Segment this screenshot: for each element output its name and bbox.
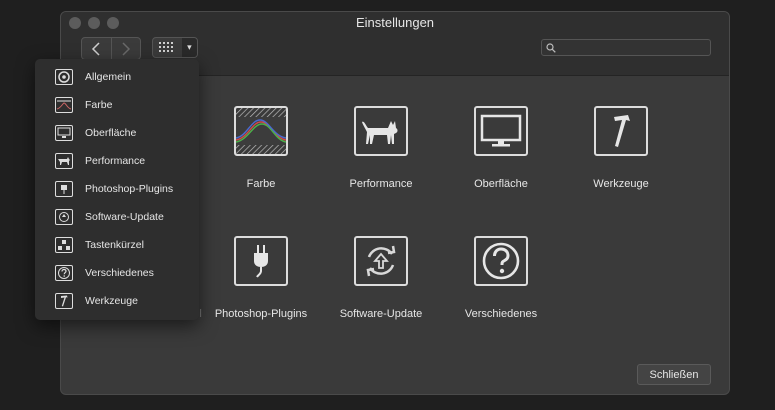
menu-item-tastenkuerzel[interactable]: Tastenkürzel bbox=[35, 233, 199, 257]
menu-item-label: Performance bbox=[85, 155, 146, 167]
pref-tile-software-update[interactable]: Software-Update bbox=[321, 236, 441, 320]
chevron-left-icon bbox=[92, 41, 100, 56]
pref-tile-performance[interactable]: Performance bbox=[321, 106, 441, 190]
search-field[interactable] bbox=[541, 39, 711, 56]
pref-label: Photoshop-Plugins bbox=[214, 308, 308, 320]
pref-tile-oberflaeche[interactable]: Oberfläche bbox=[441, 106, 561, 190]
menu-item-label: Werkzeuge bbox=[85, 295, 138, 307]
menu-item-label: Software-Update bbox=[85, 211, 164, 223]
monitor-icon bbox=[55, 125, 73, 141]
preferences-dropdown-menu: Allgemein Farbe Oberfläche Performance P… bbox=[35, 59, 199, 320]
menu-item-allgemein[interactable]: Allgemein bbox=[35, 65, 199, 89]
pref-label: Oberfläche bbox=[474, 178, 528, 190]
hammer-icon bbox=[614, 115, 630, 147]
monitor-icon bbox=[480, 114, 522, 147]
performance-tile-frame bbox=[354, 106, 408, 156]
pref-label: Verschiedenes bbox=[464, 308, 538, 320]
dropdown-arrow-icon[interactable]: ▾ bbox=[181, 38, 197, 57]
pref-tile-verschiedenes[interactable]: Verschiedenes bbox=[441, 236, 561, 320]
update-icon bbox=[366, 245, 396, 277]
pref-label: Farbe bbox=[246, 178, 276, 190]
plug-icon bbox=[55, 181, 73, 197]
close-button[interactable]: Schließen bbox=[637, 364, 711, 385]
search-input[interactable] bbox=[560, 40, 704, 55]
color-gradient-icon bbox=[236, 108, 286, 154]
color-tile-frame bbox=[234, 106, 288, 156]
back-button[interactable] bbox=[82, 38, 111, 59]
menu-item-photoshop-plugins[interactable]: Photoshop-Plugins bbox=[35, 177, 199, 201]
menu-item-farbe[interactable]: Farbe bbox=[35, 93, 199, 117]
forward-button[interactable] bbox=[110, 38, 141, 59]
menu-item-label: Oberfläche bbox=[85, 127, 137, 139]
window-title: Einstellungen bbox=[355, 15, 435, 30]
pref-label: Performance bbox=[349, 178, 413, 190]
plug-icon bbox=[254, 245, 268, 278]
update-icon bbox=[55, 209, 73, 225]
menu-item-label: Allgemein bbox=[85, 71, 132, 83]
pref-tile-werkzeuge[interactable]: Werkzeuge bbox=[561, 106, 681, 190]
nav-buttons bbox=[81, 37, 141, 60]
pref-tile-farbe[interactable]: Farbe bbox=[201, 106, 321, 190]
pref-tile-photoshop-plugins[interactable]: Photoshop-Plugins bbox=[201, 236, 321, 320]
misc-tile-frame bbox=[474, 236, 528, 286]
menu-item-verschiedenes[interactable]: Verschiedenes bbox=[35, 261, 199, 285]
cat-icon bbox=[55, 153, 73, 169]
pref-label: Werkzeuge bbox=[593, 178, 649, 190]
search-icon bbox=[546, 42, 556, 53]
question-icon bbox=[55, 265, 73, 281]
keyboard-icon bbox=[55, 237, 73, 253]
menu-item-label: Verschiedenes bbox=[85, 267, 154, 279]
update-tile-frame bbox=[354, 236, 408, 286]
hammer-icon bbox=[55, 293, 73, 309]
menu-item-label: Tastenkürzel bbox=[85, 239, 144, 251]
chevron-right-icon bbox=[122, 41, 130, 56]
menu-item-software-update[interactable]: Software-Update bbox=[35, 205, 199, 229]
plugins-tile-frame bbox=[234, 236, 288, 286]
color-icon bbox=[55, 97, 73, 113]
menu-item-label: Farbe bbox=[85, 99, 113, 111]
menu-item-performance[interactable]: Performance bbox=[35, 149, 199, 173]
interface-tile-frame bbox=[474, 106, 528, 156]
tools-tile-frame bbox=[594, 106, 648, 156]
show-all-button[interactable]: ▾ bbox=[152, 37, 198, 58]
general-icon bbox=[55, 69, 73, 85]
pref-label: Software-Update bbox=[339, 308, 423, 320]
menu-item-werkzeuge[interactable]: Werkzeuge bbox=[35, 289, 199, 313]
cat-icon bbox=[362, 121, 398, 144]
menu-item-label: Photoshop-Plugins bbox=[85, 183, 174, 195]
grid-icon bbox=[159, 41, 174, 52]
menu-item-oberflaeche[interactable]: Oberfläche bbox=[35, 121, 199, 145]
question-icon bbox=[482, 242, 520, 280]
